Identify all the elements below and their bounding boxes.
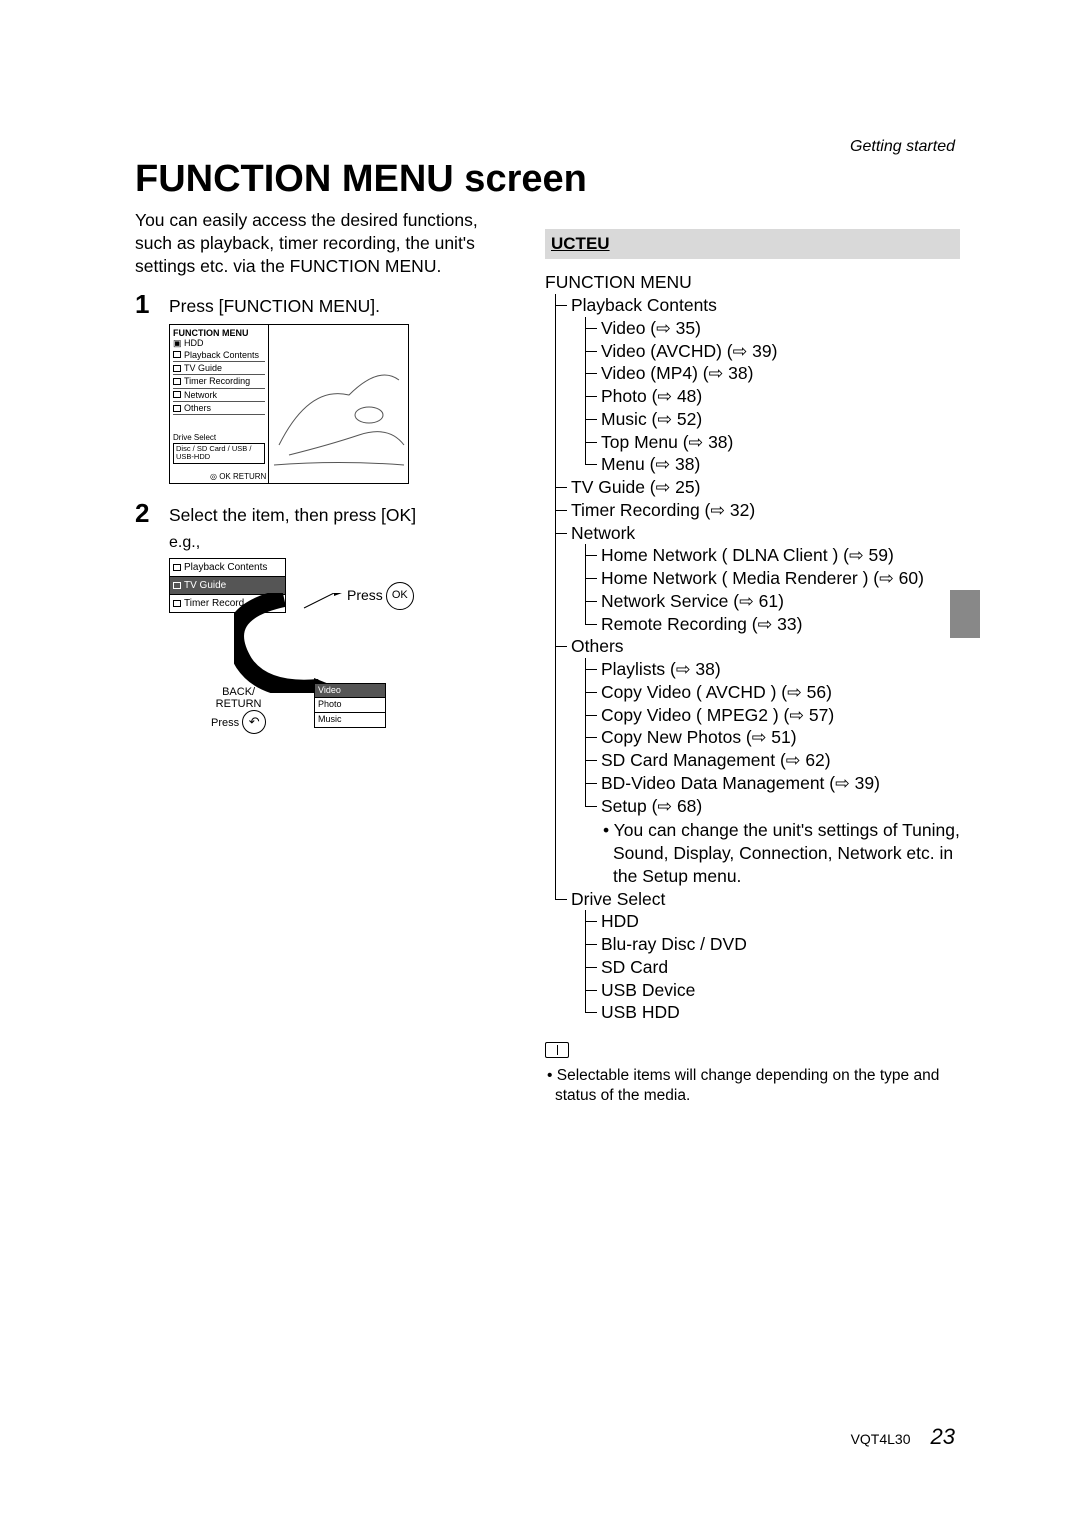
tree-network-service: Network Service (⇨ 61) [601,591,784,611]
tree-usb-device: USB Device [601,980,695,1000]
tree-tv-guide: TV Guide (⇨ 25) [571,477,700,497]
return-button-icon: ↶ [242,710,266,734]
screenshot-illustration [269,325,407,483]
function-menu-screenshot: FUNCTION MENU ▣ HDD Playback Contents TV… [169,324,409,484]
screenshot-drive-value: Disc / SD Card / USB / USB-HDD [173,443,265,464]
tree-playlists: Playlists (⇨ 38) [601,659,721,679]
page-title: FUNCTION MENU screen [135,158,960,201]
tree-network: Network [571,523,635,543]
screenshot-subtitle: ▣ HDD [173,338,265,348]
tree-sd-card: SD Card [601,957,668,977]
screenshot-row: TV Guide [184,363,222,373]
note-text: • Selectable items will change depending… [545,1066,960,1105]
ok-button-icon: OK [386,582,414,610]
example-label: e.g., [169,533,500,554]
diagram-list-item: Playback Contents [184,561,267,574]
submenu-item: Music [315,713,385,727]
tree-video: Video (⇨ 35) [601,318,701,338]
step-1-text: Press [FUNCTION MENU]. [169,289,500,318]
tree-sd-card-mgmt: SD Card Management (⇨ 62) [601,750,831,770]
section-header: Getting started [850,138,955,156]
selection-diagram: Playback Contents TV Guide Timer Record.… [169,558,469,743]
screenshot-row: Playback Contents [184,350,259,360]
section-tab [950,590,980,638]
tree-usb-hdd: USB HDD [601,1002,680,1022]
tree-dlna-client: Home Network ( DLNA Client ) (⇨ 59) [601,545,894,565]
footer-doc-code: VQT4L30 [851,1431,911,1447]
tree-timer-recording: Timer Recording (⇨ 32) [571,500,755,520]
menu-tree: Playback Contents Video (⇨ 35) Video (AV… [545,294,960,1024]
submenu-item: Photo [315,698,385,713]
screenshot-drive-label: Drive Select [173,433,265,442]
tree-photo: Photo (⇨ 48) [601,386,702,406]
tree-top-menu: Top Menu (⇨ 38) [601,432,733,452]
ucteu-banner: UCTEU [545,229,960,259]
tree-copy-new-photos: Copy New Photos (⇨ 51) [601,727,797,747]
return-label: RETURN [211,698,266,710]
tree-bd-dvd: Blu-ray Disc / DVD [601,934,747,954]
tree-video-avchd: Video (AVCHD) (⇨ 39) [601,341,777,361]
tree-setup: Setup (⇨ 68) [601,796,702,816]
screenshot-title: FUNCTION MENU [173,328,265,338]
tree-others: Others [571,636,624,656]
press-label-2: Press [211,717,239,729]
tree-copy-avchd: Copy Video ( AVCHD ) (⇨ 56) [601,682,832,702]
function-menu-root: FUNCTION MENU [545,271,960,294]
tree-menu: Menu (⇨ 38) [601,454,700,474]
tree-drive-select: Drive Select [571,889,665,909]
tree-remote-recording: Remote Recording (⇨ 33) [601,614,802,634]
setup-note: • You can change the unit's settings of … [601,819,960,887]
step-1-number: 1 [135,289,169,317]
screenshot-row: Others [184,403,211,413]
tree-media-renderer: Home Network ( Media Renderer ) (⇨ 60) [601,568,924,588]
tree-copy-mpeg2: Copy Video ( MPEG2 ) (⇨ 57) [601,705,834,725]
intro-paragraph: You can easily access the desired functi… [135,209,500,277]
step-2-number: 2 [135,498,169,526]
tree-music: Music (⇨ 52) [601,409,702,429]
tree-bd-video-mgmt: BD-Video Data Management (⇨ 39) [601,773,880,793]
screenshot-row: Network [184,390,217,400]
tree-hdd: HDD [601,911,639,931]
tree-video-mp4: Video (MP4) (⇨ 38) [601,363,753,383]
screenshot-hint: ◎ OK RETURN [210,472,266,481]
flow-arrow [234,593,354,693]
step-2-text: Select the item, then press [OK] [169,498,500,527]
ucteu-label: UCTEU [551,234,610,253]
footer-page-number: 23 [931,1424,955,1450]
screenshot-row: Timer Recording [184,376,250,386]
note-icon [545,1042,569,1058]
diagram-list-item: TV Guide [184,579,226,592]
back-label: BACK/ [211,686,266,698]
tree-playback-contents: Playback Contents [571,295,717,315]
submenu-item: Video [315,684,385,699]
